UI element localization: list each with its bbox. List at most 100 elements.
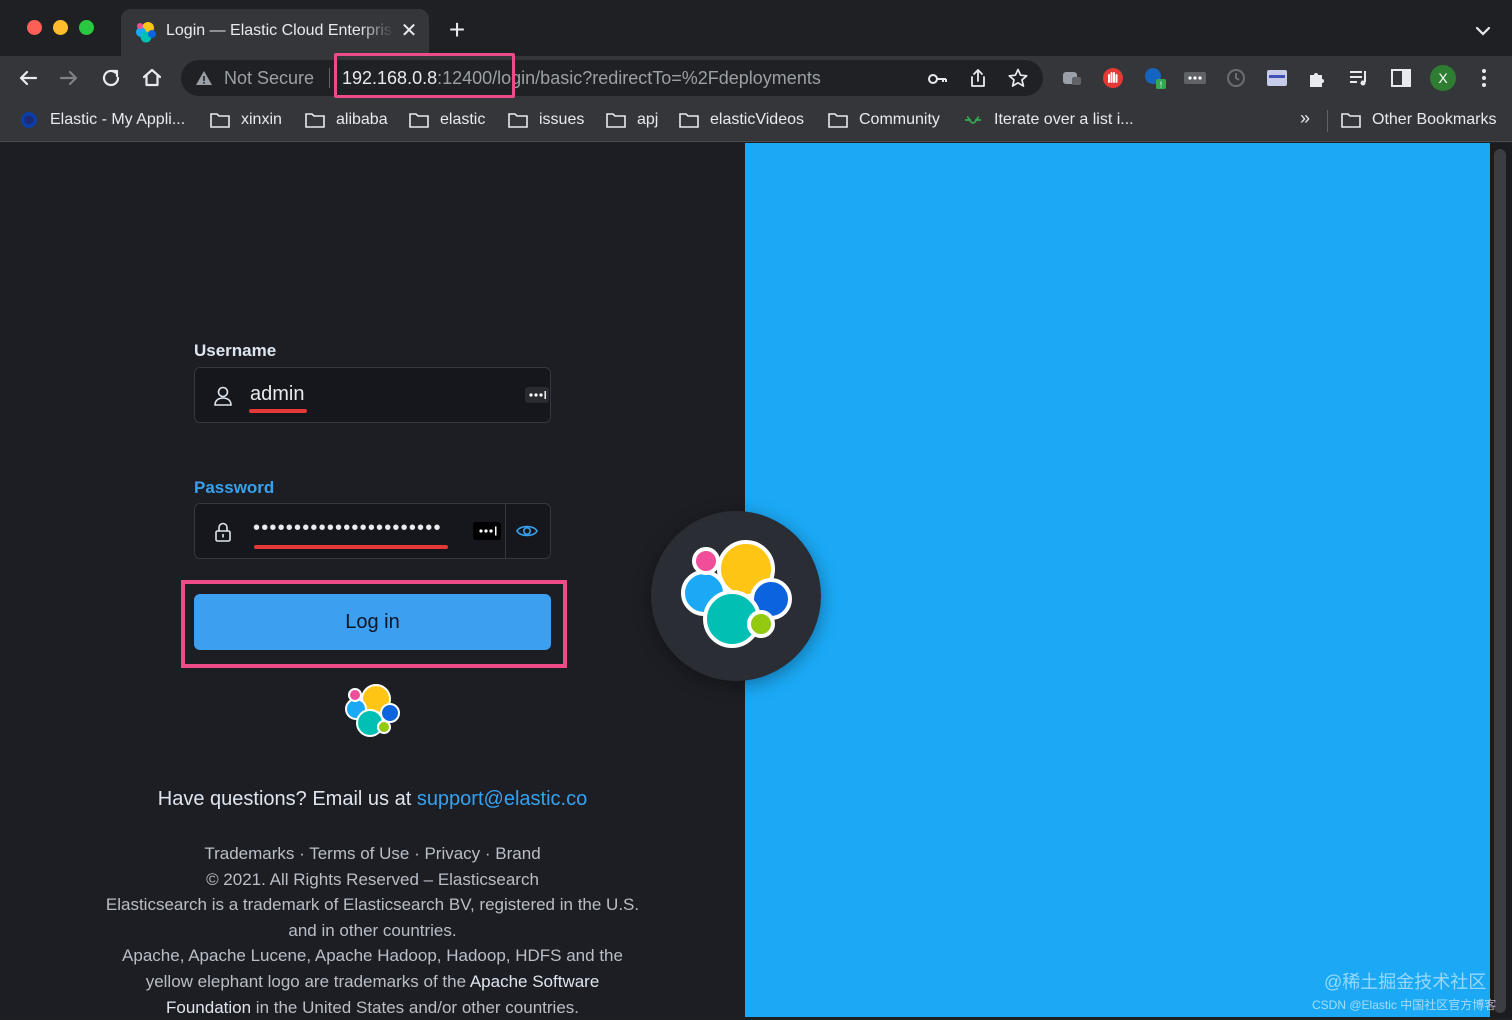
copyright-text: © 2021. All Rights Reserved – Elasticsea… [206,869,539,889]
warning-triangle-icon[interactable] [195,69,213,87]
folder-icon [606,113,626,128]
tab-strip: Login — Elastic Cloud Enterprise ✕ + [0,0,1512,56]
folder-icon [1341,113,1361,128]
apache-foundation-name: Foundation [166,997,252,1017]
profile-avatar[interactable]: X [1430,65,1456,91]
bookmark-label: Iterate over a list i... [994,111,1134,128]
password-manager-fill-icon[interactable] [473,521,501,541]
bookmark-folder[interactable]: Community [827,109,940,131]
bookmark-label: elastic [440,111,486,128]
tab-login[interactable]: Login — Elastic Cloud Enterprise ✕ [121,9,429,56]
bookmark-label: elasticVideos [710,111,804,128]
extension-badge-icon[interactable]: ! [1143,66,1167,90]
terms-of-use-link[interactable]: Terms of Use [309,844,409,863]
bookmark-folder[interactable]: xinxin [209,109,282,131]
folder-icon [305,113,325,128]
new-tab-button[interactable]: + [444,16,470,44]
stop-hand-icon[interactable] [1101,66,1125,90]
annotation-underline [254,545,448,549]
chevron-down-icon[interactable] [1470,18,1496,44]
tab-title: Login — Elastic Cloud Enterprise [166,22,394,39]
folder-icon [679,113,699,128]
apache-text: yellow elephant logo are trademarks of t… [80,969,665,995]
elastic-favicon-icon [21,112,37,128]
link-favicon-icon [965,116,981,124]
brand-link[interactable]: Brand [495,844,540,863]
password-manager-icon[interactable] [1183,66,1207,90]
field-divider [505,504,506,558]
support-email-link[interactable]: support@elastic.co [417,788,587,810]
password-manager-fill-icon[interactable] [525,386,549,404]
watermark-text: @稀土掘金技术社区 [1324,972,1487,992]
share-icon[interactable] [967,67,989,89]
other-bookmarks-folder[interactable]: Other Bookmarks [1340,109,1496,131]
bookmark-item[interactable]: Iterate over a list i... [962,109,1134,131]
bookmark-folder[interactable]: elastic [408,109,485,131]
apache-text-part: yellow elephant logo are trademarks of t… [145,971,470,991]
tab-close-icon[interactable]: ✕ [399,20,419,42]
bookmark-folder[interactable]: alibaba [304,109,388,131]
trademarks-link[interactable]: Trademarks [204,844,294,863]
password-value[interactable]: ••••••••••••••••••••••• [253,517,442,540]
side-panel-icon[interactable] [1389,66,1413,90]
privacy-link[interactable]: Privacy [424,844,480,863]
close-window-button[interactable] [27,20,42,35]
annotation-underline [249,409,307,413]
bookmark-label: Community [859,111,940,128]
svg-text:!: ! [1159,81,1162,90]
bookmark-label: Other Bookmarks [1372,111,1497,128]
back-arrow-icon[interactable] [14,64,42,92]
folder-icon [508,113,528,128]
bookmarks-divider [1327,110,1328,132]
username-field[interactable]: admin [194,367,551,423]
media-queue-icon[interactable] [1347,66,1371,90]
page-content: Username admin Password ••••••••••••••••… [0,143,1512,1017]
extension-icon[interactable] [1060,66,1084,90]
scrollbar-thumb[interactable] [1494,149,1506,1013]
trademark-text: and in other countries. [288,920,457,940]
address-bar[interactable]: Not Secure 192.168.0.8:12400/login/basic… [181,60,1043,96]
support-text: Have questions? Email us at support@elas… [0,788,745,811]
questions-label: Have questions? Email us at [157,788,417,810]
footer-separator: · [480,844,496,863]
bookmarks-overflow-chevron[interactable]: » [1300,108,1310,129]
apache-text-part: in the United States and/or other countr… [251,997,579,1017]
watermark-text: CSDN @Elastic 中国社区官方博客 [1312,998,1497,1012]
tab-manager-icon[interactable] [1265,66,1289,90]
password-field[interactable]: ••••••••••••••••••••••• [194,503,551,559]
kebab-menu-icon[interactable] [1472,66,1496,90]
bookmark-label: issues [539,111,585,128]
maximize-window-button[interactable] [79,20,94,35]
username-value[interactable]: admin [250,383,304,406]
puzzle-icon[interactable] [1306,66,1330,90]
username-label: Username [194,341,277,360]
footer-separator: · [409,844,425,863]
refresh-extension-icon[interactable] [1224,66,1248,90]
bookmark-star-icon[interactable] [1007,67,1029,89]
home-icon[interactable] [138,64,166,92]
bookmark-item[interactable]: Elastic - My Appli... [18,109,185,131]
apache-text: Apache, Apache Lucene, Apache Hadoop, Ha… [122,946,623,966]
minimize-window-button[interactable] [53,20,68,35]
omnibox-divider [329,68,330,88]
key-icon[interactable] [926,68,948,90]
bookmark-label: Elastic - My Appli... [50,111,186,128]
login-panel: Username admin Password ••••••••••••••••… [0,143,745,1017]
bookmark-folder[interactable]: elasticVideos [678,109,804,131]
folder-icon [210,113,230,128]
security-status-label[interactable]: Not Secure [224,68,314,89]
lock-icon [215,522,231,542]
user-icon [214,386,232,406]
url-highlight-annotation [334,53,515,98]
footer-separator: · [294,844,310,863]
eye-icon[interactable] [515,521,539,541]
bookmark-folder[interactable]: issues [507,109,584,131]
login-button[interactable]: Log in [194,594,551,650]
forward-arrow-icon[interactable] [55,64,83,92]
apache-foundation-name: Apache Software [469,971,600,991]
bookmark-folder[interactable]: apj [605,109,658,131]
folder-icon [828,113,848,128]
trademark-text: Elasticsearch is a trademark of Elastics… [105,895,640,915]
elastic-logo-icon [681,540,792,648]
reload-icon[interactable] [97,64,125,92]
